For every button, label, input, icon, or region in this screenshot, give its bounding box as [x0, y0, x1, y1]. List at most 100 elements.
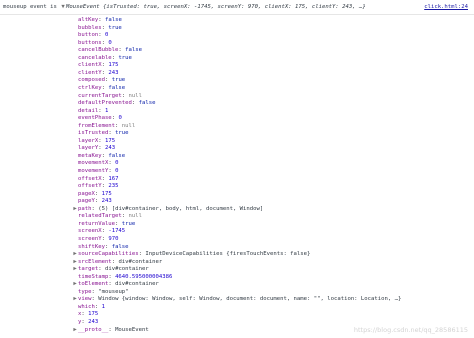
property-value: true [115, 130, 129, 137]
property-value: 4640.595000004386 [115, 273, 173, 280]
property-value: true [118, 54, 132, 61]
source-link[interactable]: click.html:24 [424, 4, 468, 10]
property-value: true [111, 77, 126, 84]
colon-separator: : [121, 213, 129, 220]
property-key: view [78, 296, 92, 303]
property-value: 243 [108, 69, 119, 76]
property-value: null [121, 122, 136, 129]
property-key: shiftKey [78, 243, 105, 250]
property-key: clientX [78, 62, 102, 69]
property-key: layerY [78, 145, 99, 152]
property-key: metaKey [78, 152, 102, 159]
colon-separator: : [94, 190, 102, 197]
property-key: button [78, 32, 99, 39]
colon-separator: : [131, 100, 139, 107]
colon-separator: : [98, 137, 105, 144]
colon-separator: : [115, 220, 122, 227]
property-value: 970 [108, 235, 119, 242]
property-value: (5) [div#container, body, html, document… [98, 205, 264, 212]
property-value: "mouseup" [98, 288, 129, 295]
property-value: 0 [115, 168, 119, 174]
colon-separator: : [94, 303, 102, 310]
property-key: pageY [78, 198, 95, 205]
property-key: sourceCapabilities [78, 251, 139, 258]
property-value: null [128, 213, 143, 220]
property-key: movementY [78, 168, 109, 174]
property-row[interactable]: ▶__proto__: MouseEvent [72, 326, 149, 334]
colon-separator: : [98, 32, 105, 39]
property-key: timeStamp [78, 273, 109, 280]
colon-separator: : [104, 77, 112, 84]
property-row[interactable]: ▶view: Window {window: Window, self: Win… [72, 295, 401, 303]
property-value: 175 [101, 190, 112, 197]
property-value: false [104, 17, 122, 23]
property-key: currentTarget [78, 92, 122, 99]
property-key: pageX [78, 190, 95, 197]
colon-separator: : [98, 266, 105, 273]
property-value: 0 [108, 39, 112, 46]
property-key: __proto__ [78, 326, 109, 333]
property-value: true [108, 24, 122, 31]
colon-separator: : [115, 122, 122, 129]
watermark: https://blog.csdn.net/qq_28586115 [353, 326, 468, 334]
object-summary: {isTrusted: true, screenX: -1745, screen… [103, 4, 366, 10]
devtools-console: mouseup event is ▼MouseEvent {isTrusted:… [0, 0, 474, 338]
property-value: div#container [115, 281, 159, 288]
property-key: defaultPrevented [78, 100, 132, 107]
property-value: MouseEvent [115, 326, 149, 333]
property-key: cancelBubble [78, 47, 119, 54]
property-key: screenY [78, 235, 102, 242]
property-key: isTrusted [78, 130, 109, 137]
object-preview[interactable]: ▼MouseEvent {isTrusted: true, screenX: -… [60, 4, 366, 10]
property-key: path [78, 205, 92, 212]
property-value: div#container [104, 266, 149, 273]
property-value: true [121, 220, 136, 227]
property-key: fromElement [78, 122, 116, 129]
colon-separator: : [121, 92, 129, 99]
property-value: false [108, 84, 126, 91]
property-key: ctrlKey [78, 84, 102, 91]
property-value: -1745 [108, 228, 126, 235]
property-key: screenX [78, 228, 102, 235]
property-value: false [111, 243, 129, 250]
property-value: false [125, 47, 143, 54]
colon-separator: : [98, 145, 105, 152]
property-key: toElement [78, 281, 109, 288]
property-value: InputDeviceCapabilities {firesTouchEvent… [145, 251, 311, 258]
property-key: movementX [78, 160, 109, 167]
property-value: 243 [88, 319, 99, 325]
property-value: 167 [108, 175, 119, 182]
property-key: offsetX [78, 175, 102, 182]
property-key: eventPhase [78, 115, 112, 122]
console-message-line: mouseup event is ▼MouseEvent {isTrusted:… [0, 0, 474, 15]
property-key: buttons [78, 39, 102, 46]
property-key: offsetY [78, 183, 102, 190]
property-value: Window {window: Window, self: Window, do… [98, 296, 402, 303]
property-value: 0 [118, 115, 122, 122]
property-key: composed [78, 77, 105, 84]
property-key: returnValue [78, 220, 116, 227]
property-value: 243 [104, 145, 116, 152]
property-value: 175 [104, 137, 116, 144]
property-value: 0 [115, 160, 119, 167]
property-value: null [128, 92, 143, 99]
property-key: srcElement [78, 258, 112, 265]
property-value: false [138, 100, 156, 107]
property-value: false [108, 152, 126, 159]
property-key: which [78, 303, 95, 310]
property-key: altKey [78, 17, 99, 23]
colon-separator: : [98, 107, 105, 114]
property-key: relatedTarget [78, 213, 122, 220]
property-key: type [78, 288, 92, 295]
property-key: detail [78, 107, 99, 114]
log-label: mouseup event is [3, 4, 57, 10]
property-value: 1 [101, 303, 105, 310]
property-value: 175 [108, 62, 119, 69]
property-key: layerX [78, 137, 99, 144]
colon-separator: : [104, 243, 112, 250]
colon-separator: : [94, 198, 102, 205]
property-key: cancelable [78, 54, 112, 61]
property-key: clientY [78, 69, 102, 76]
property-key: bubbles [78, 24, 102, 31]
object-class-name: MouseEvent [66, 4, 104, 10]
